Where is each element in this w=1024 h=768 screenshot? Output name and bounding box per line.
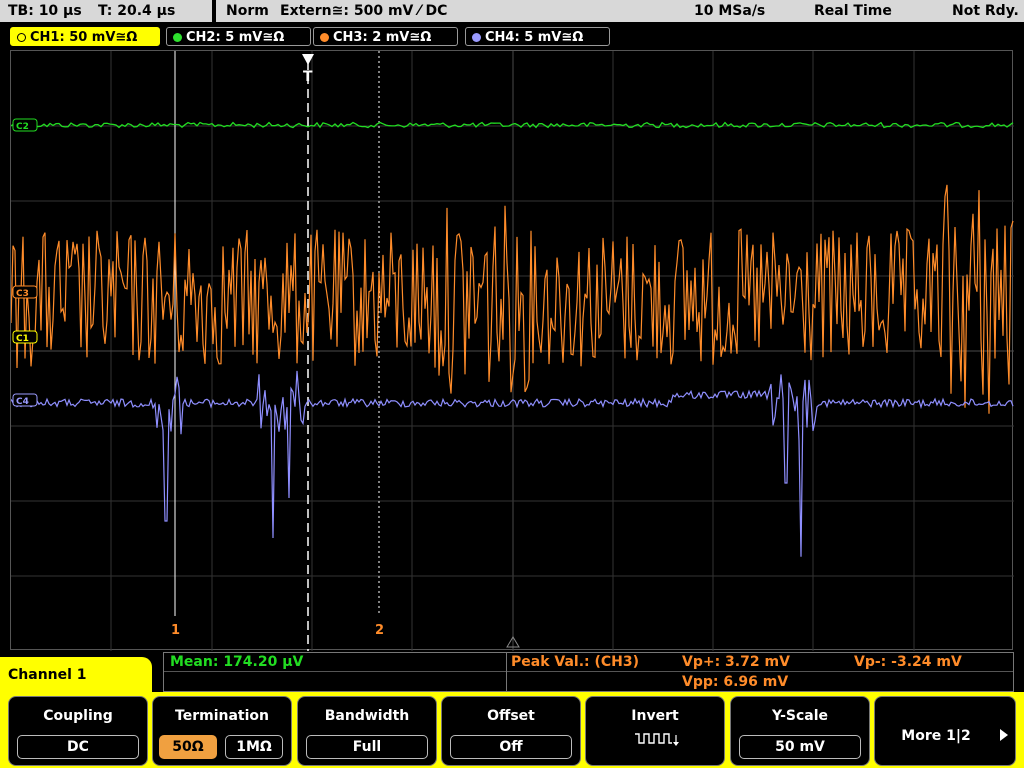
tab-ch4-label: CH4: 5 mV≅Ω — [485, 30, 584, 45]
tab-ch2[interactable]: CH2: 5 mV≅Ω — [166, 27, 311, 46]
termination-1mohm-option[interactable]: 1MΩ — [225, 735, 283, 759]
coupling-softkey[interactable]: Coupling DC — [8, 696, 148, 766]
svg-text:C4: C4 — [16, 397, 29, 407]
ch2-waveform — [11, 121, 1014, 129]
tab-ch3[interactable]: CH3: 2 mV≅Ω — [313, 27, 458, 46]
divider — [506, 653, 507, 691]
termination-50ohm-option[interactable]: 50Ω — [159, 735, 217, 759]
invert-softkey[interactable]: Invert — [585, 696, 725, 766]
svg-text:C2: C2 — [16, 122, 29, 132]
acquisition-mode: Real Time — [814, 3, 892, 19]
acquisition-panel[interactable]: Norm Extern≅: 500 mV ⁄ DC 10 MSa/s Real … — [216, 0, 1024, 22]
ch2-dot-icon — [173, 33, 182, 42]
waveform-display[interactable]: T 1 2 C2 C3 C1 C4 — [10, 50, 1014, 651]
ch1-dot-icon — [17, 33, 26, 42]
svg-text:C3: C3 — [16, 289, 29, 299]
cursor-2-label: 2 — [375, 623, 384, 638]
timebase-panel[interactable]: TB: 10 µs T: 20.4 µs — [0, 0, 214, 22]
tab-ch4[interactable]: CH4: 5 mV≅Ω — [465, 27, 610, 46]
peak-value-label: Peak Val.: (CH3) — [511, 654, 640, 670]
tab-ch3-label: CH3: 2 mV≅Ω — [333, 30, 432, 45]
y-scale-softkey[interactable]: Y-Scale 50 mV — [730, 696, 870, 766]
ch3-waveform — [11, 184, 1014, 414]
vpp-value: Vpp: 6.96 mV — [682, 674, 789, 690]
waveform-svg: T 1 2 C2 C3 C1 C4 — [11, 51, 1014, 651]
ch3-level-marker[interactable]: C3 — [12, 285, 38, 299]
timebase-readout: TB: 10 µs — [8, 3, 82, 19]
invert-waveform-icon — [635, 733, 679, 746]
ch4-level-marker[interactable]: C4 — [12, 393, 38, 407]
offset-title: Offset — [487, 708, 535, 724]
termination-title: Termination — [175, 708, 269, 724]
tab-ch2-label: CH2: 5 mV≅Ω — [186, 30, 285, 45]
more-softkey[interactable]: More 1|2 — [874, 696, 1016, 766]
bandwidth-value[interactable]: Full — [306, 735, 428, 759]
measurement-panel[interactable]: Mean: 174.20 µV Peak Val.: (CH3) Vp+: 3.… — [163, 652, 1014, 692]
status-bar: TB: 10 µs T: 20.4 µs Norm Extern≅: 500 m… — [0, 0, 1024, 24]
bandwidth-title: Bandwidth — [324, 708, 410, 724]
trigger-time-readout: T: 20.4 µs — [98, 3, 176, 19]
trigger-source: Extern≅: 500 mV ⁄ DC — [280, 3, 448, 19]
coupling-value[interactable]: DC — [17, 735, 139, 759]
sample-rate: 10 MSa/s — [694, 3, 766, 19]
ch3-dot-icon — [320, 33, 329, 42]
trigger-status: Not Rdy. — [952, 3, 1019, 19]
ch4-waveform — [11, 370, 1014, 557]
offset-softkey[interactable]: Offset Off — [441, 696, 581, 766]
menu-title: Channel 1 — [0, 657, 152, 697]
trigger-mode: Norm — [226, 3, 269, 19]
softkey-bar: Coupling DC Termination 50Ω 1MΩ Bandwidt… — [0, 692, 1024, 768]
ch2-level-marker[interactable]: C2 — [12, 118, 38, 132]
graticule — [11, 51, 1014, 651]
ch1-level-marker[interactable]: C1 — [12, 330, 38, 344]
tab-ch1[interactable]: CH1: 50 mV≅Ω — [10, 27, 160, 46]
vp-plus-value: Vp+: 3.72 mV — [682, 654, 790, 670]
termination-softkey[interactable]: Termination 50Ω 1MΩ — [152, 696, 292, 766]
svg-text:C1: C1 — [16, 334, 29, 344]
y-scale-value[interactable]: 50 mV — [739, 735, 861, 759]
more-label: More 1|2 — [901, 728, 971, 744]
ch4-dot-icon — [472, 33, 481, 42]
cursor-1-label: 1 — [171, 623, 180, 638]
coupling-title: Coupling — [43, 708, 113, 724]
trigger-marker: T — [303, 69, 313, 85]
y-scale-title: Y-Scale — [771, 708, 828, 724]
mean-measurement: Mean: 174.20 µV — [170, 654, 304, 670]
offset-value[interactable]: Off — [450, 735, 572, 759]
bandwidth-softkey[interactable]: Bandwidth Full — [297, 696, 437, 766]
invert-title: Invert — [631, 708, 679, 724]
divider — [164, 671, 1013, 672]
vp-minus-value: Vp-: -3.24 mV — [854, 654, 962, 670]
next-page-arrow-icon — [1000, 729, 1008, 741]
tab-ch1-label: CH1: 50 mV≅Ω — [30, 30, 138, 45]
